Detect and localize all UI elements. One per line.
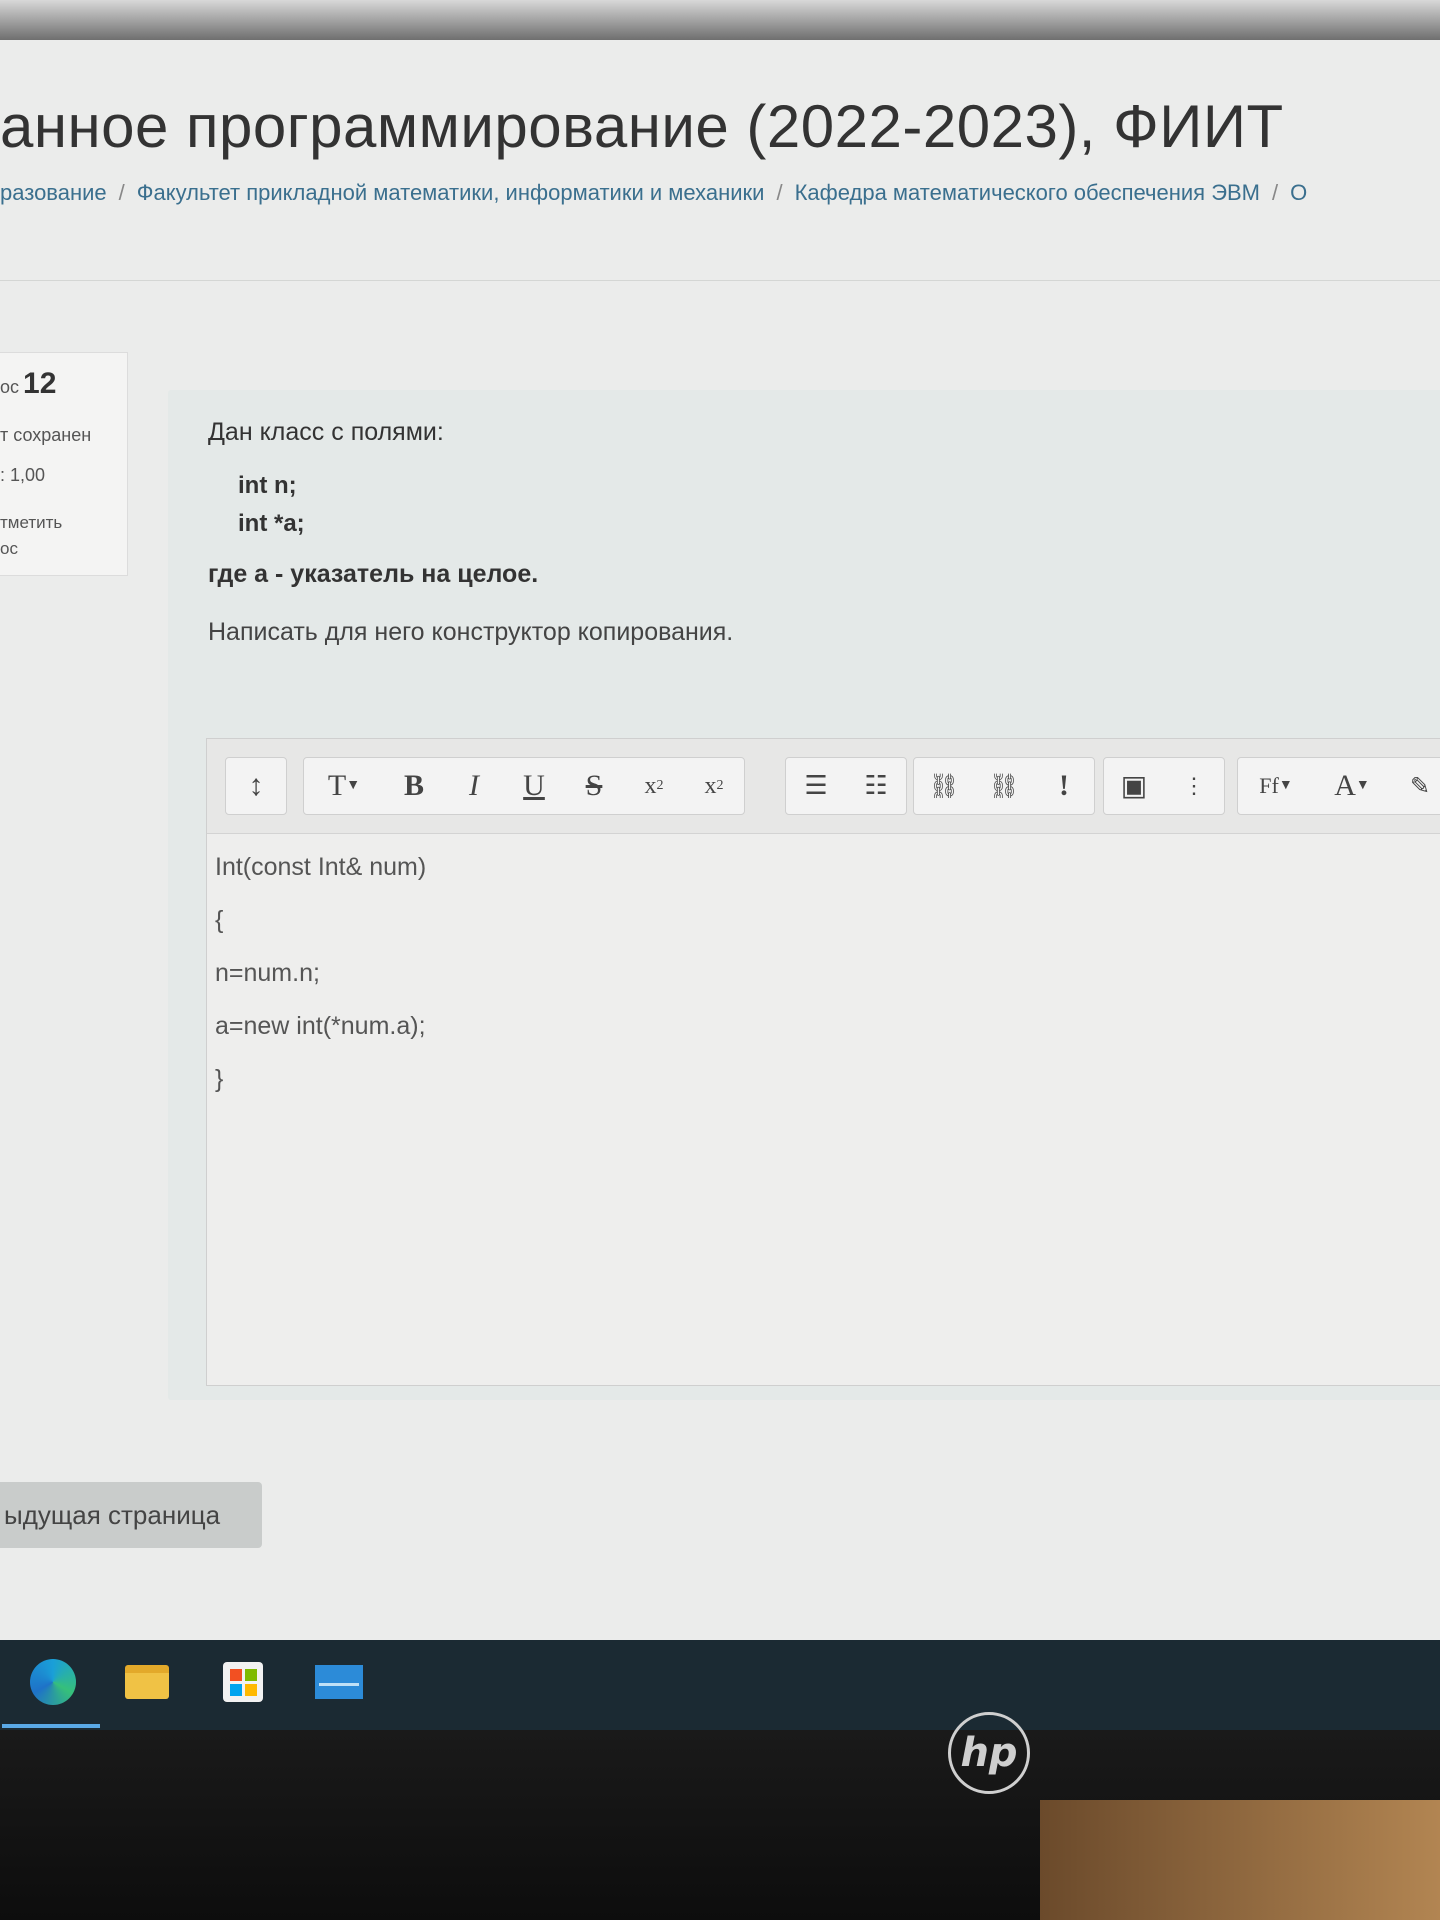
breadcrumb-separator: / bbox=[118, 180, 125, 205]
chevron-down-icon: ▼ bbox=[1355, 778, 1370, 793]
breadcrumb-item-department[interactable]: Кафедра математического обеспечения ЭВМ bbox=[795, 180, 1260, 205]
desk-surface bbox=[1040, 1800, 1440, 1920]
paragraph-style-button[interactable]: T ▼ bbox=[304, 758, 384, 814]
chevron-down-icon: ▼ bbox=[346, 778, 361, 793]
unordered-list-button[interactable]: ☰ bbox=[786, 758, 846, 814]
editor-line: Int(const Int& num) bbox=[215, 853, 427, 881]
flag-question-link[interactable]: тметить bbox=[0, 513, 62, 533]
toolbar-group-collapse: ↕ bbox=[225, 757, 287, 815]
question-info-panel: ос 12 т сохранен : 1,00 тметить ос bbox=[0, 352, 128, 576]
question-note: где a - указатель на целое. bbox=[208, 560, 539, 588]
breadcrumb-item-faculty[interactable]: Факультет прикладной математики, информа… bbox=[137, 180, 765, 205]
active-app-indicator bbox=[2, 1724, 100, 1728]
strikethrough-button[interactable]: S bbox=[564, 758, 624, 814]
store-icon[interactable] bbox=[218, 1660, 268, 1704]
special-char-button[interactable]: ! bbox=[1034, 758, 1094, 814]
question-status: т сохранен bbox=[0, 425, 92, 445]
windows-taskbar bbox=[0, 1640, 1440, 1730]
question-mark: : 1,00 bbox=[0, 465, 46, 485]
chevron-down-icon: ▼ bbox=[1278, 778, 1293, 793]
superscript-mark: 2 bbox=[716, 778, 724, 793]
question-number-value: 12 bbox=[23, 367, 57, 400]
subscript-mark: 2 bbox=[656, 778, 664, 793]
header-divider bbox=[0, 280, 1440, 281]
toolbar-group-font: Ff ▼ A ▼ ✎ bbox=[1237, 757, 1440, 815]
toolbar-group-lists: ☰ ☷ bbox=[785, 757, 907, 815]
collapse-toolbar-button[interactable]: ↕ bbox=[226, 758, 286, 814]
code-line-field-n: int n; bbox=[238, 472, 297, 499]
breadcrumb-separator: / bbox=[1272, 180, 1279, 205]
italic-button[interactable]: I bbox=[444, 758, 504, 814]
editor-toolbar: ↕ T ▼ B I U S x2 x2 ☰ ☷ ⛓ ⛓ ! ▣ ⋮ Ff ▼ A… bbox=[207, 739, 1440, 834]
ordered-list-button[interactable]: ☷ bbox=[846, 758, 906, 814]
mail-icon[interactable] bbox=[314, 1660, 364, 1704]
subscript-icon: x bbox=[644, 772, 657, 799]
brush-button[interactable]: ✎ bbox=[1390, 758, 1440, 814]
bold-button[interactable]: B bbox=[384, 758, 444, 814]
subscript-button[interactable]: x2 bbox=[624, 758, 684, 814]
font-color-icon: A bbox=[1334, 769, 1356, 802]
question-number-label: ос bbox=[0, 377, 20, 397]
editor-line: } bbox=[215, 1065, 224, 1093]
link-button[interactable]: ⛓ bbox=[914, 758, 974, 814]
paragraph-style-icon: T bbox=[327, 769, 347, 802]
breadcrumb: разование / Факультет прикладной математик… bbox=[0, 180, 1440, 206]
breadcrumb-separator: / bbox=[776, 180, 783, 205]
font-color-button[interactable]: A ▼ bbox=[1314, 758, 1390, 814]
question-content: Дан класс с полями: int n; int *a; где a… bbox=[168, 390, 1440, 1400]
font-family-icon: Ff bbox=[1259, 773, 1279, 798]
editor-line: { bbox=[215, 906, 224, 934]
editor-content[interactable]: Int(const Int& num) { n=num.n; a=new int… bbox=[215, 841, 426, 1106]
font-family-button[interactable]: Ff ▼ bbox=[1238, 758, 1314, 814]
page-title: анное программирование (2022-2023), ФИИТ bbox=[0, 93, 1284, 160]
browser-viewport: анное программирование (2022-2023), ФИИТ… bbox=[0, 40, 1440, 1640]
previous-page-button[interactable]: ыдущая страница bbox=[0, 1482, 262, 1548]
folder-icon[interactable] bbox=[122, 1660, 172, 1704]
editor-line: n=num.n; bbox=[215, 959, 320, 987]
question-number: ос 12 bbox=[0, 367, 56, 401]
superscript-button[interactable]: x2 bbox=[684, 758, 744, 814]
toolbar-group-links: ⛓ ⛓ ! bbox=[913, 757, 1095, 815]
hp-logo: hp bbox=[948, 1712, 1030, 1794]
insert-image-button[interactable]: ▣ bbox=[1104, 758, 1164, 814]
code-line-field-a: int *a; bbox=[238, 510, 305, 537]
unlink-button[interactable]: ⛓ bbox=[974, 758, 1034, 814]
superscript-icon: x bbox=[704, 772, 717, 799]
breadcrumb-item-course[interactable]: О bbox=[1290, 180, 1307, 205]
question-intro: Дан класс с полями: bbox=[208, 418, 444, 446]
question-instruction: Написать для него конструктор копировани… bbox=[208, 618, 734, 646]
toolbar-group-media: ▣ ⋮ bbox=[1103, 757, 1225, 815]
edge-icon[interactable] bbox=[28, 1659, 78, 1705]
underline-button[interactable]: U bbox=[504, 758, 564, 814]
editor-line: a=new int(*num.a); bbox=[215, 1012, 426, 1040]
answer-editor[interactable]: ↕ T ▼ B I U S x2 x2 ☰ ☷ ⛓ ⛓ ! ▣ ⋮ Ff ▼ A… bbox=[206, 738, 1440, 1386]
flag-question-link-2[interactable]: ос bbox=[0, 539, 18, 559]
breadcrumb-item-education[interactable]: разование bbox=[0, 180, 107, 205]
more-options-button[interactable]: ⋮ bbox=[1164, 758, 1224, 814]
toolbar-group-format: T ▼ B I U S x2 x2 bbox=[303, 757, 745, 815]
